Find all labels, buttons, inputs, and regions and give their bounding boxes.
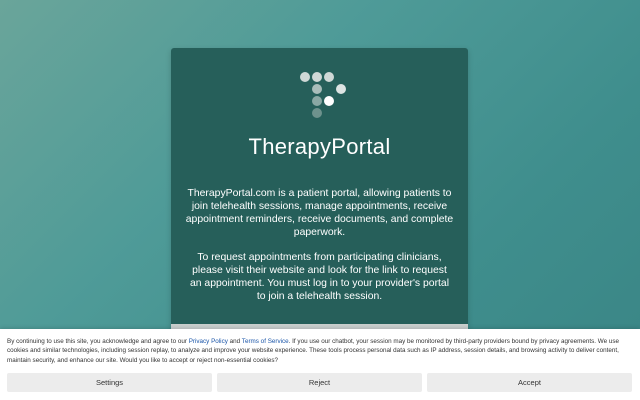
reject-button[interactable]: Reject xyxy=(217,373,422,392)
logo-dot xyxy=(312,96,322,106)
appointment-instructions: To request appointments from participati… xyxy=(189,252,450,302)
therapyportal-logo-icon xyxy=(300,72,350,122)
consent-text-before: By continuing to use this site, you ackn… xyxy=(7,338,189,345)
logo-dot xyxy=(312,72,322,82)
settings-button[interactable]: Settings xyxy=(7,373,212,392)
logo-dot xyxy=(336,84,346,94)
logo-dot xyxy=(324,96,334,106)
accept-button[interactable]: Accept xyxy=(427,373,632,392)
welcome-card: TherapyPortal TherapyPortal.com is a pat… xyxy=(171,48,468,338)
terms-of-service-link[interactable]: Terms of Service xyxy=(242,338,289,345)
consent-message: By continuing to use this site, you ackn… xyxy=(7,337,633,365)
cookie-consent-banner: By continuing to use this site, you ackn… xyxy=(0,329,640,400)
consent-text-and: and xyxy=(227,338,242,345)
privacy-policy-link[interactable]: Privacy Policy xyxy=(189,338,228,345)
logo-dot xyxy=(324,72,334,82)
logo-dot xyxy=(300,72,310,82)
portal-description: TherapyPortal.com is a patient portal, a… xyxy=(185,188,454,238)
logo-dot xyxy=(312,108,322,118)
brand-name: TherapyPortal xyxy=(248,134,391,159)
logo-dot xyxy=(312,84,322,94)
